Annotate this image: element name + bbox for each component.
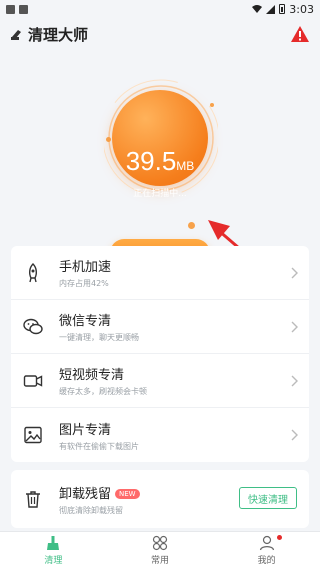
scan-size-value: 39.5 <box>125 146 177 176</box>
feature-title: 手机加速 <box>59 260 112 275</box>
app-title-text: 清理大师 <box>28 25 89 44</box>
uninstall-title-line: 卸载残留 NEW <box>59 483 140 502</box>
nav-tab-clean[interactable]: 清理 <box>0 532 107 569</box>
feature-row-short-video[interactable]: 短视频专清 缓存太多，刷视频会卡顿 <box>11 354 309 408</box>
notification-icon <box>6 4 15 14</box>
wifi-icon <box>252 5 263 13</box>
app-title: 清理大师 <box>10 24 88 45</box>
feature-title: 微信专清 <box>59 314 112 329</box>
feature-title: 短视频专清 <box>59 368 125 383</box>
grid-icon <box>152 535 168 551</box>
warning-icon[interactable] <box>290 25 310 43</box>
notification-dot <box>277 535 283 540</box>
scan-area: 39.5MB 正在扫描中... 停止扫描 <box>0 50 320 294</box>
nav-label: 清理 <box>44 556 63 566</box>
signal-icon <box>266 4 276 14</box>
feature-subtitle: 一键清理，聊天更顺畅 <box>59 333 139 342</box>
decor-dot <box>210 103 214 107</box>
chevron-right-icon <box>291 267 298 279</box>
decor-dot <box>106 137 111 142</box>
feature-subtitle: 彻底清除卸载残留 <box>59 505 123 515</box>
feature-row-wechat[interactable]: 微信专清 一键清理，聊天更顺畅 <box>11 300 309 354</box>
nav-tab-common[interactable]: 常用 <box>107 532 214 569</box>
nav-label: 常用 <box>151 556 170 566</box>
decor-dot <box>188 222 195 229</box>
chevron-right-icon <box>291 429 298 441</box>
image-icon <box>24 426 42 444</box>
uninstall-card: 卸载残留 NEW 彻底清除卸载残留 快速清理 <box>11 470 309 528</box>
feature-subtitle: 缓存太多，刷视频会卡顿 <box>59 387 147 396</box>
app-logo-icon <box>11 30 21 40</box>
status-bar: 3:03 <box>0 0 320 18</box>
user-icon <box>259 535 274 551</box>
feature-title: 图片专清 <box>59 422 112 438</box>
video-icon <box>23 374 43 387</box>
wechat-icon <box>23 318 43 334</box>
clock-time: 3:03 <box>289 2 314 16</box>
rocket-icon <box>28 262 38 282</box>
chevron-right-icon <box>291 375 298 387</box>
feature-subtitle: 有软件在偷偷下载图片 <box>59 441 139 451</box>
quick-clean-button[interactable]: 快速清理 <box>239 487 297 509</box>
broom-icon <box>47 536 60 550</box>
feature-title: 卸载残留 <box>59 486 112 502</box>
notification-icons <box>6 4 28 14</box>
scan-size-unit: MB <box>176 159 195 173</box>
chevron-right-icon <box>291 321 298 333</box>
new-badge: NEW <box>115 489 140 499</box>
header: 清理大师 <box>0 22 320 46</box>
bottom-nav: 清理 常用 我的 <box>0 531 320 569</box>
notification-icon <box>19 4 28 14</box>
feature-row-images[interactable]: 图片专清 有软件在偷偷下载图片 <box>11 408 309 462</box>
feature-list: 手机加速 内存占用42% 微信专清 一键清理，聊天更顺畅 短视频专清 缓存太多，… <box>11 246 309 462</box>
feature-subtitle: 内存占用42% <box>59 279 109 288</box>
nav-tab-mine[interactable]: 我的 <box>213 532 320 569</box>
feature-row-speedup[interactable]: 手机加速 内存占用42% <box>11 246 309 300</box>
system-indicators: 3:03 <box>252 3 314 16</box>
trash-icon <box>26 491 40 508</box>
battery-icon <box>279 4 286 14</box>
feature-row-uninstall[interactable]: 卸载残留 NEW 彻底清除卸载残留 快速清理 <box>11 470 309 528</box>
scan-status-text: 正在扫描中... <box>133 189 187 199</box>
scan-size: 39.5MB <box>112 146 208 177</box>
nav-label: 我的 <box>257 556 276 566</box>
